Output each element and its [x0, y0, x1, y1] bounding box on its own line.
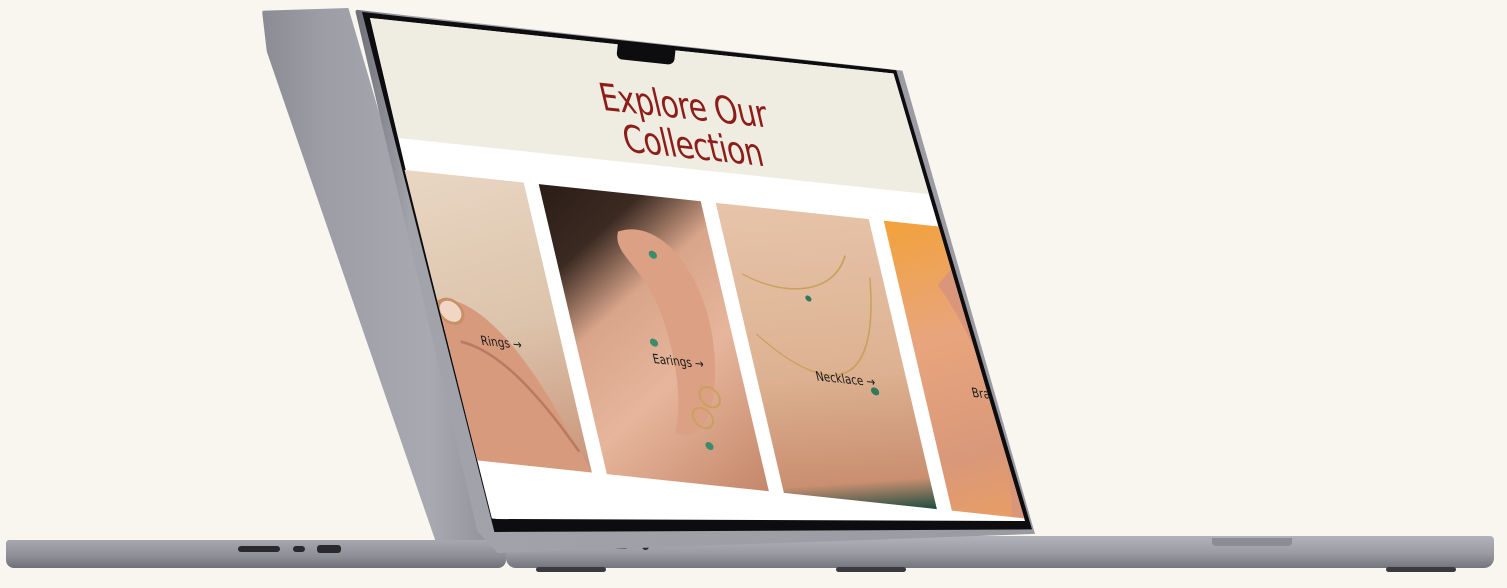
laptop-mockup-scene: Explore Our Collection Rings→ Earings→ N… [0, 0, 1507, 574]
back-laptop-base [6, 540, 506, 568]
laptop-foot [836, 567, 906, 572]
collection-grid [366, 165, 1025, 521]
screen-viewport: Explore Our Collection Rings→ Earings→ N… [366, 16, 1030, 521]
laptop-foot [1386, 567, 1456, 572]
lid-opening-notch [1212, 538, 1292, 546]
page-title: Explore Our Collection [561, 73, 814, 178]
arrow-right-icon: → [1016, 390, 1030, 407]
laptop-foot [536, 567, 606, 572]
hdmi-port [317, 545, 341, 553]
sd-card-slot [238, 546, 280, 552]
usb-c-port [293, 546, 305, 552]
